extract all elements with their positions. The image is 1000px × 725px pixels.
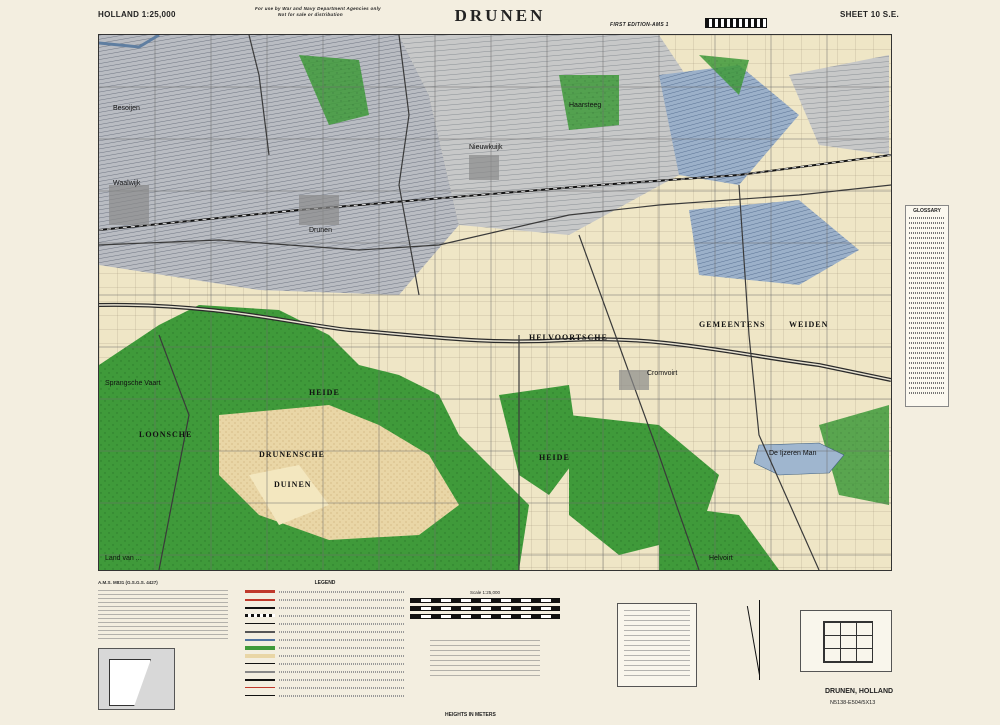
- datum-notes: [430, 640, 540, 680]
- label-waalwijk: Waalwijk: [113, 180, 141, 187]
- grid-reference-box: [617, 603, 697, 687]
- sheet-code: N5138-E504/5X13: [830, 700, 876, 706]
- label-nieuwkuijk: Nieuwkuijk: [469, 144, 503, 151]
- label-drunensche-2: DUINEN: [274, 480, 312, 489]
- town-cromvoirt-block: [619, 370, 649, 390]
- label-helvoirt: Helvoirt: [709, 555, 733, 562]
- topographic-map[interactable]: Waalwijk Drunen Nieuwkuijk Haarsteeg HEL…: [98, 34, 892, 571]
- legend: LEGEND: [245, 580, 405, 720]
- scale-bar: Scale 1:25,000: [410, 590, 560, 622]
- label-sprangsche-vaart: Sprangsche Vaart: [105, 380, 161, 387]
- label-drunensche-1: DRUNENSCHE: [259, 450, 325, 459]
- label-land-van: Land van ...: [105, 555, 142, 562]
- scale-label: Scale 1:25,000: [469, 590, 501, 595]
- glossary-title: GLOSSARY: [913, 208, 941, 214]
- index-photo-box: [98, 648, 175, 710]
- label-besoijen: Besoijen: [113, 105, 140, 112]
- edition: FIRST EDITION-AMS 1: [610, 22, 669, 28]
- map-sheet: HOLLAND 1:25,000 For use by War and Navy…: [0, 0, 1000, 725]
- declination-diagram: [745, 600, 775, 680]
- adjoining-sheets-index: [800, 610, 892, 672]
- label-heide: HEIDE: [539, 453, 570, 462]
- label-helvoortsche: HELVOORTSCHE: [529, 333, 608, 342]
- heights-note: HEIGHTS IN METERS: [445, 712, 496, 718]
- legend-title: LEGEND: [314, 580, 336, 586]
- town-drunen-block: [299, 195, 339, 225]
- label-drunensche-heide: HEIDE: [309, 388, 340, 397]
- sheet-number: SHEET 10 S.E.: [840, 10, 900, 19]
- label-drunen: Drunen: [309, 227, 332, 234]
- label-loonsche: LOONSCHE: [139, 430, 192, 439]
- polder-area-west: [99, 35, 459, 295]
- label-de-ijzeren-man: De Ijzeren Man: [769, 450, 817, 457]
- label-gemeentens: GEMEENTENS: [699, 320, 765, 329]
- map-graphics: Waalwijk Drunen Nieuwkuijk Haarsteeg HEL…: [99, 35, 891, 570]
- label-haarsteeg: Haarsteeg: [569, 102, 601, 109]
- town-waalwijk-block: [109, 185, 149, 225]
- sheet-name: DRUNEN, HOLLAND: [825, 688, 894, 695]
- ams-series-note: A.M.S. M831 (G.S.G.S. 4427): [98, 580, 158, 585]
- label-cromvoirt: Cromvoirt: [647, 370, 677, 377]
- edition-scale-strip: [705, 18, 767, 28]
- glossary-box: GLOSSARY: [905, 205, 949, 407]
- town-nieuwkuijk-block: [469, 155, 499, 180]
- label-weiden: WEIDEN: [789, 320, 828, 329]
- production-notes: [98, 590, 228, 640]
